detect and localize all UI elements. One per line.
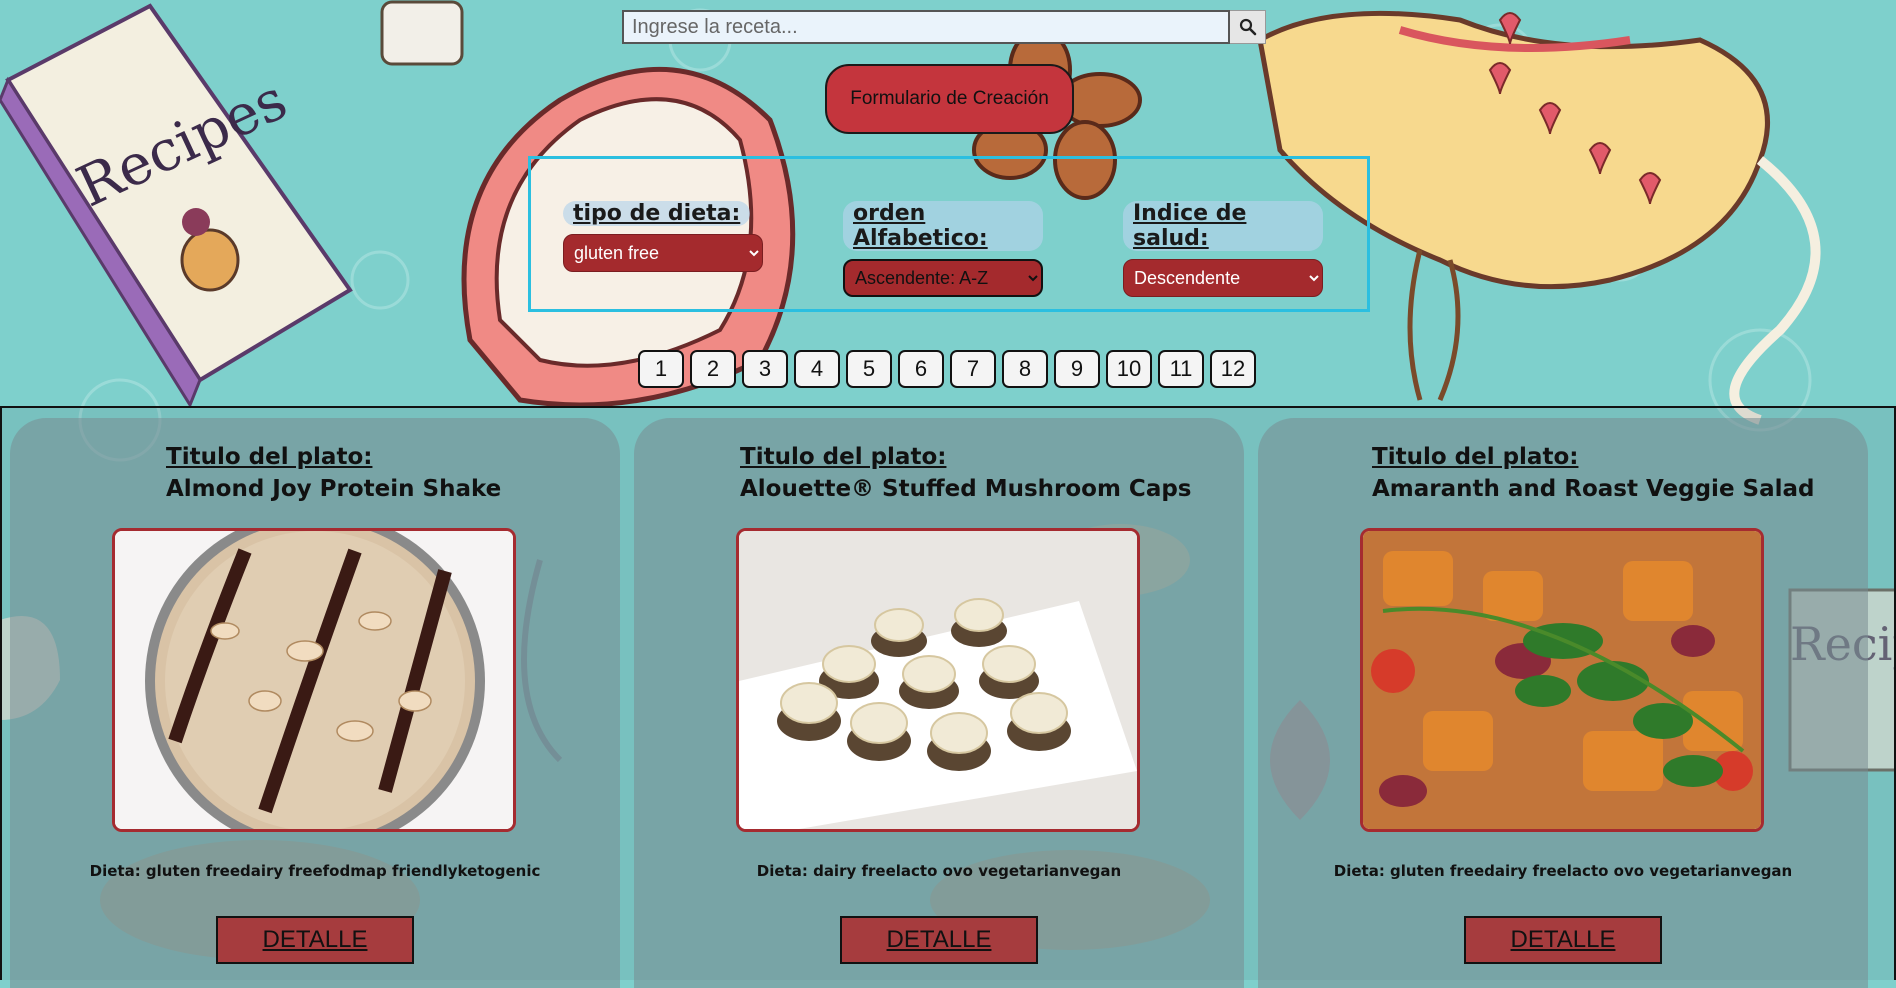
page-button-2[interactable]: 2: [690, 350, 736, 388]
filters-panel: tipo de dieta: gluten free orden Alfabet…: [528, 156, 1370, 312]
recipe-card: Titulo del plato: Alouette® Stuffed Mush…: [634, 418, 1244, 988]
search-icon: [1239, 18, 1256, 36]
recipe-diet: Dieta: gluten freedairy freefodmap frien…: [89, 862, 541, 880]
health-score-select[interactable]: Descendente: [1123, 259, 1323, 297]
search-bar: [622, 10, 1266, 44]
pagination: 1 2 3 4 5 6 7 8 9 10 11 12: [638, 350, 1256, 388]
detail-button[interactable]: DETALLE: [216, 916, 414, 964]
diet-select[interactable]: gluten free: [563, 234, 763, 272]
search-button[interactable]: [1230, 10, 1266, 44]
page-button-5[interactable]: 5: [846, 350, 892, 388]
page-button-6[interactable]: 6: [898, 350, 944, 388]
recipe-title: Alouette® Stuffed Mushroom Caps: [740, 476, 1192, 502]
health-score-filter: Indice de salud: Descendente: [1123, 201, 1323, 297]
page-button-11[interactable]: 11: [1158, 350, 1204, 388]
recipe-title-label: Titulo del plato:: [166, 444, 373, 470]
recipe-card: Titulo del plato: Almond Joy Protein Sha…: [10, 418, 620, 988]
health-score-label: Indice de salud:: [1123, 201, 1323, 251]
recipe-title-label: Titulo del plato:: [1372, 444, 1579, 470]
recipe-image: [736, 528, 1140, 832]
alphabetical-order-filter: orden Alfabetico: Ascendente: A-Z: [843, 201, 1043, 297]
recipe-diet: Dieta: dairy freelacto ovo vegetarianveg…: [756, 862, 1122, 880]
diet-filter: tipo de dieta: gluten free: [563, 201, 763, 272]
recipe-image: [1360, 528, 1764, 832]
alphabetical-order-select[interactable]: Ascendente: A-Z: [843, 259, 1043, 297]
page-button-4[interactable]: 4: [794, 350, 840, 388]
recipe-diet: Dieta: gluten freedairy freelacto ovo ve…: [1333, 862, 1793, 880]
recipe-title-label: Titulo del plato:: [740, 444, 947, 470]
page-button-3[interactable]: 3: [742, 350, 788, 388]
diet-filter-label: tipo de dieta:: [563, 201, 751, 226]
recipe-image: [112, 528, 516, 832]
page-button-1[interactable]: 1: [638, 350, 684, 388]
detail-button[interactable]: DETALLE: [1464, 916, 1662, 964]
detail-button[interactable]: DETALLE: [840, 916, 1038, 964]
recipe-title: Amaranth and Roast Veggie Salad: [1372, 476, 1815, 502]
page-button-10[interactable]: 10: [1106, 350, 1152, 388]
recipe-title: Almond Joy Protein Shake: [166, 476, 502, 502]
alphabetical-order-label: orden Alfabetico:: [843, 201, 1043, 251]
page-button-7[interactable]: 7: [950, 350, 996, 388]
page-button-9[interactable]: 9: [1054, 350, 1100, 388]
page-button-8[interactable]: 8: [1002, 350, 1048, 388]
create-recipe-button[interactable]: Formulario de Creación: [825, 64, 1074, 134]
search-input[interactable]: [622, 10, 1230, 44]
recipe-card: Titulo del plato: Amaranth and Roast Veg…: [1258, 418, 1868, 988]
page-button-12[interactable]: 12: [1210, 350, 1256, 388]
recipe-results: Titulo del plato: Almond Joy Protein Sha…: [0, 406, 1896, 988]
